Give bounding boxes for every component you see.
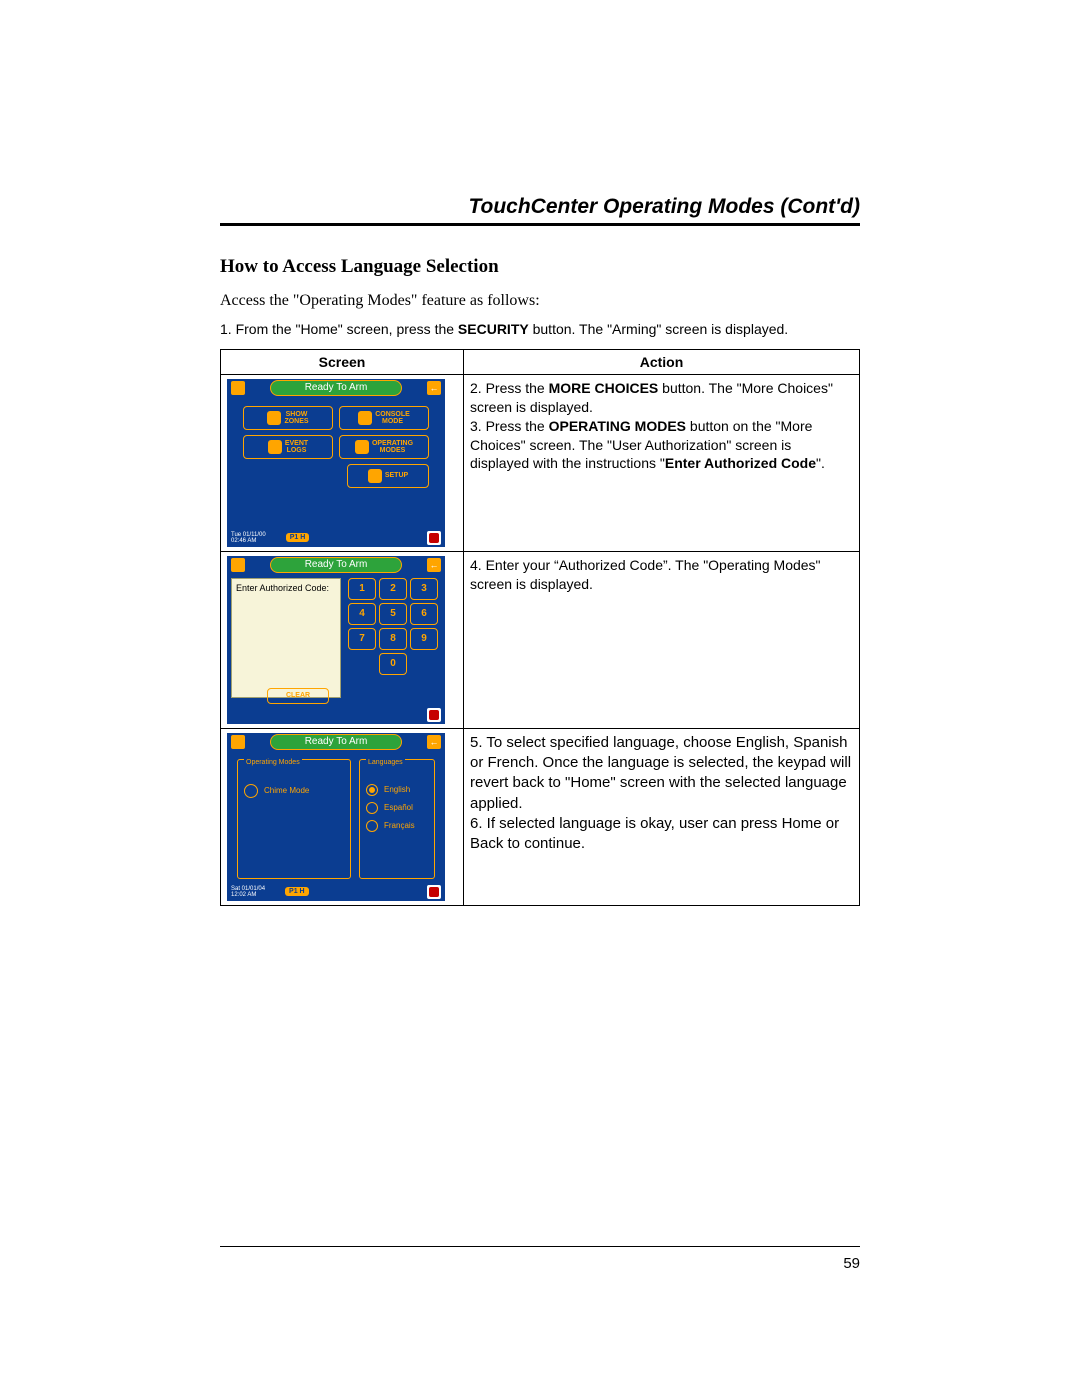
key-7[interactable]: 7: [348, 628, 376, 650]
section-intro: Access the "Operating Modes" feature as …: [220, 292, 860, 310]
radio-icon: [366, 802, 378, 814]
operating-modes-title: Operating Modes: [244, 759, 302, 766]
enter-code-prompt: Enter Authorized Code:: [236, 583, 329, 593]
timestamp: Sat 01/01/04 12:02 AM: [231, 886, 265, 898]
section-heading: How to Access Language Selection: [220, 256, 860, 278]
logs-icon: [268, 440, 282, 454]
show-zones-label: SHOW ZONES: [284, 411, 308, 425]
zones-icon: [267, 411, 281, 425]
key-4[interactable]: 4: [348, 603, 376, 625]
ready-to-arm-pill: Ready To Arm: [270, 380, 402, 396]
key-3[interactable]: 3: [410, 578, 438, 600]
radio-icon: [366, 820, 378, 832]
panic-icon[interactable]: [427, 531, 441, 545]
event-logs-button[interactable]: EVENT LOGS: [243, 435, 333, 459]
radio-icon: [366, 784, 378, 796]
r1-b: MORE CHOICES: [549, 380, 659, 396]
console-mode-button[interactable]: CONSOLE MODE: [339, 406, 429, 430]
key-8[interactable]: 8: [379, 628, 407, 650]
page-number: 59: [843, 1255, 860, 1272]
instruction-table: Screen Action Ready To Arm ← SHOW ZONES …: [220, 349, 860, 906]
lang-english[interactable]: English: [366, 784, 428, 796]
panic-icon[interactable]: [427, 885, 441, 899]
chime-mode-option[interactable]: Chime Mode: [244, 784, 344, 798]
r3-b: 6. If selected language is okay, user ca…: [470, 814, 853, 855]
setup-icon: [368, 469, 382, 483]
action-row-3: 5. To select specified language, choose …: [464, 728, 860, 905]
setup-button[interactable]: SETUP: [347, 464, 429, 488]
code-prompt-panel: Enter Authorized Code:: [231, 578, 341, 698]
spanish-label: Español: [384, 803, 413, 812]
col-header-screen: Screen: [221, 349, 464, 374]
key-2[interactable]: 2: [379, 578, 407, 600]
english-label: English: [384, 785, 410, 794]
key-9[interactable]: 9: [410, 628, 438, 650]
lang-spanish[interactable]: Español: [366, 802, 428, 814]
home-icon[interactable]: [231, 735, 245, 749]
screen-operating-modes: Ready To Arm ← Operating Modes Chime Mod…: [227, 733, 445, 901]
screen-more-choices: Ready To Arm ← SHOW ZONES CONSOLE MODE E…: [227, 379, 445, 547]
clear-button[interactable]: CLEAR: [267, 688, 329, 704]
ready-to-arm-pill: Ready To Arm: [270, 557, 402, 573]
back-icon[interactable]: ←: [427, 381, 441, 395]
key-1[interactable]: 1: [348, 578, 376, 600]
key-5[interactable]: 5: [379, 603, 407, 625]
partition-tag: P1 H: [286, 533, 310, 542]
page-header-title: TouchCenter Operating Modes (Cont'd): [220, 195, 860, 226]
step1-prefix: 1. From the "Home" screen, press the: [220, 321, 458, 337]
console-mode-label: CONSOLE MODE: [375, 411, 410, 425]
r1-e: OPERATING MODES: [549, 418, 686, 434]
partition-tag: P1 H: [285, 887, 309, 896]
step-1: 1. From the "Home" screen, press the SEC…: [220, 320, 860, 339]
french-label: Français: [384, 821, 415, 830]
setup-label: SETUP: [385, 472, 408, 479]
languages-group: Languages English Español: [359, 759, 435, 879]
r1-d: 3. Press the: [470, 418, 549, 434]
ready-to-arm-pill: Ready To Arm: [270, 734, 402, 750]
operating-modes-button[interactable]: OPERATING MODES: [339, 435, 429, 459]
back-icon[interactable]: ←: [427, 558, 441, 572]
radio-icon: [244, 784, 258, 798]
event-logs-label: EVENT LOGS: [285, 440, 308, 454]
r3-a: 5. To select specified language, choose …: [470, 733, 853, 814]
languages-title: Languages: [366, 759, 405, 766]
modes-icon: [355, 440, 369, 454]
action-row-1: 2. Press the MORE CHOICES button. The "M…: [464, 374, 860, 551]
screen-enter-code: Ready To Arm ← Enter Authorized Code: 1 …: [227, 556, 445, 724]
chime-label: Chime Mode: [264, 786, 309, 795]
console-icon: [358, 411, 372, 425]
step1-suffix: button. The "Arming" screen is displayed…: [529, 321, 788, 337]
col-header-action: Action: [464, 349, 860, 374]
show-zones-button[interactable]: SHOW ZONES: [243, 406, 333, 430]
action-row-2: 4. Enter your “Authorized Code”. The "Op…: [464, 551, 860, 728]
timestamp: Tue 01/11/00 02:46 AM: [231, 532, 266, 544]
panic-icon[interactable]: [427, 708, 441, 722]
step1-bold: SECURITY: [458, 321, 529, 337]
footer-rule: [220, 1246, 860, 1247]
keypad: 1 2 3 4 5 6 7 8 9 0: [345, 578, 441, 698]
operating-modes-label: OPERATING MODES: [372, 440, 413, 454]
r1-a: 2. Press the: [470, 380, 549, 396]
r1-g: Enter Authorized Code: [665, 455, 816, 471]
key-0[interactable]: 0: [379, 653, 407, 675]
operating-modes-group: Operating Modes Chime Mode: [237, 759, 351, 879]
home-icon[interactable]: [231, 381, 245, 395]
key-6[interactable]: 6: [410, 603, 438, 625]
lang-french[interactable]: Français: [366, 820, 428, 832]
r1-h: ".: [816, 455, 825, 471]
back-icon[interactable]: ←: [427, 735, 441, 749]
home-icon[interactable]: [231, 558, 245, 572]
